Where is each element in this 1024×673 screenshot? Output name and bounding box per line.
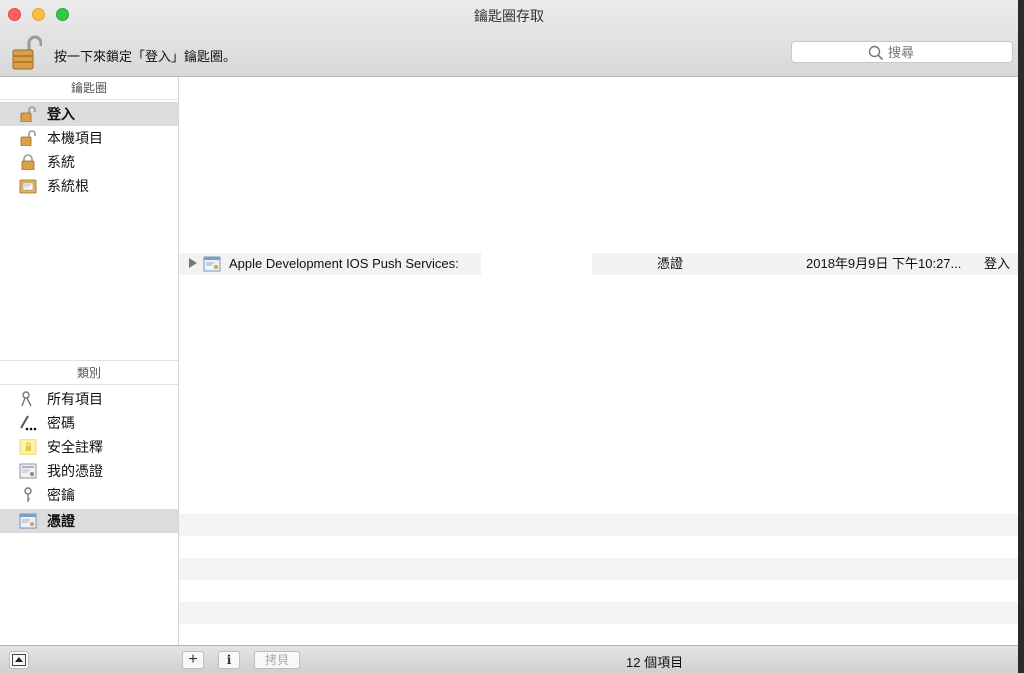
empty-row bbox=[179, 514, 1018, 536]
bottom-bar: + i 拷貝 12 個項目 bbox=[0, 645, 1018, 673]
keychain-access-window: 鑰匙圈存取 按一下來鎖定「登入」鑰匙圈。 鑰匙圈 登入 bbox=[0, 0, 1018, 673]
certificate-folder-icon bbox=[19, 179, 37, 194]
search-input[interactable] bbox=[888, 43, 998, 61]
sidebar-item-my-certificates[interactable]: 我的憑證 bbox=[0, 459, 178, 483]
sidebar-item-label: 密碼 bbox=[47, 415, 75, 431]
sidebar-item-label: 憑證 bbox=[47, 513, 75, 529]
sidebar-item-login[interactable]: 登入 bbox=[0, 102, 178, 126]
item-keychain: 登入 bbox=[984, 256, 1011, 271]
sidebar-item-keys[interactable]: 密鑰 bbox=[0, 483, 178, 507]
keychains-header: 鑰匙圈 bbox=[0, 77, 178, 100]
lock-instruction-text[interactable]: 按一下來鎖定「登入」鑰匙圈。 bbox=[54, 46, 236, 65]
sidebar-item-label: 系統 bbox=[47, 154, 75, 170]
search-icon bbox=[868, 45, 884, 61]
sidebar-divider[interactable] bbox=[0, 360, 178, 361]
category-header: 類別 bbox=[0, 362, 178, 385]
unlocked-padlock-icon[interactable] bbox=[12, 34, 42, 70]
empty-row bbox=[179, 558, 1018, 580]
sidebar-item-system[interactable]: 系統 bbox=[0, 150, 178, 174]
sidebar: 鑰匙圈 登入 本機項目 系統 系統根 類別 所有項目 密碼 安全註釋 我的憑證 … bbox=[0, 77, 179, 645]
sidebar-item-certificates[interactable]: 憑證 bbox=[0, 509, 178, 533]
my-certificate-icon bbox=[19, 463, 37, 479]
add-item-button[interactable]: + bbox=[182, 651, 204, 669]
empty-row bbox=[179, 602, 1018, 624]
locked-padlock-icon bbox=[21, 154, 35, 170]
sidebar-item-system-roots[interactable]: 系統根 bbox=[0, 174, 178, 198]
item-kind: 憑證 bbox=[657, 256, 684, 271]
copy-button[interactable]: 拷貝 bbox=[254, 651, 300, 669]
item-date: 2018年9月9日 下午10:27... bbox=[806, 256, 962, 271]
disclosure-triangle-icon[interactable] bbox=[189, 258, 197, 268]
sidebar-item-label: 所有項目 bbox=[47, 391, 103, 407]
item-name: Apple Development IOS Push Services: bbox=[229, 256, 459, 271]
title-toolbar: 鑰匙圈存取 按一下來鎖定「登入」鑰匙圈。 bbox=[0, 0, 1018, 77]
item-count: 12 個項目 bbox=[626, 655, 684, 670]
sidebar-item-label: 安全註釋 bbox=[47, 439, 103, 455]
unlocked-padlock-icon bbox=[20, 130, 36, 146]
sidebar-item-local-items[interactable]: 本機項目 bbox=[0, 126, 178, 150]
items-list: Apple Development IOS Push Services: 憑證 … bbox=[179, 77, 1018, 645]
window-title: 鑰匙圈存取 bbox=[474, 8, 544, 24]
search-field[interactable] bbox=[791, 41, 1013, 63]
secure-note-icon bbox=[19, 439, 37, 455]
certificate-icon bbox=[19, 513, 37, 529]
toggle-sidebar-button[interactable] bbox=[9, 651, 29, 669]
sidebar-item-label: 系統根 bbox=[47, 178, 89, 194]
sidebar-item-all-items[interactable]: 所有項目 bbox=[0, 387, 178, 411]
info-button[interactable]: i bbox=[218, 651, 240, 669]
sidebar-item-passwords[interactable]: 密碼 bbox=[0, 411, 178, 435]
desktop-edge bbox=[1018, 0, 1024, 673]
sidebar-item-label: 密鑰 bbox=[47, 487, 75, 503]
sidebar-item-label: 本機項目 bbox=[47, 130, 103, 146]
unlocked-padlock-icon bbox=[20, 106, 36, 122]
table-row[interactable]: Apple Development IOS Push Services: 憑證 … bbox=[179, 253, 1018, 275]
sidebar-item-label: 我的憑證 bbox=[47, 463, 103, 479]
key-icon bbox=[24, 487, 32, 502]
certificate-icon bbox=[203, 256, 221, 272]
password-pencil-icon bbox=[20, 415, 37, 431]
keys-icon bbox=[21, 391, 32, 407]
eject-triangle-icon bbox=[12, 654, 26, 666]
sidebar-item-secure-notes[interactable]: 安全註釋 bbox=[0, 435, 178, 459]
sidebar-item-label: 登入 bbox=[47, 106, 75, 122]
